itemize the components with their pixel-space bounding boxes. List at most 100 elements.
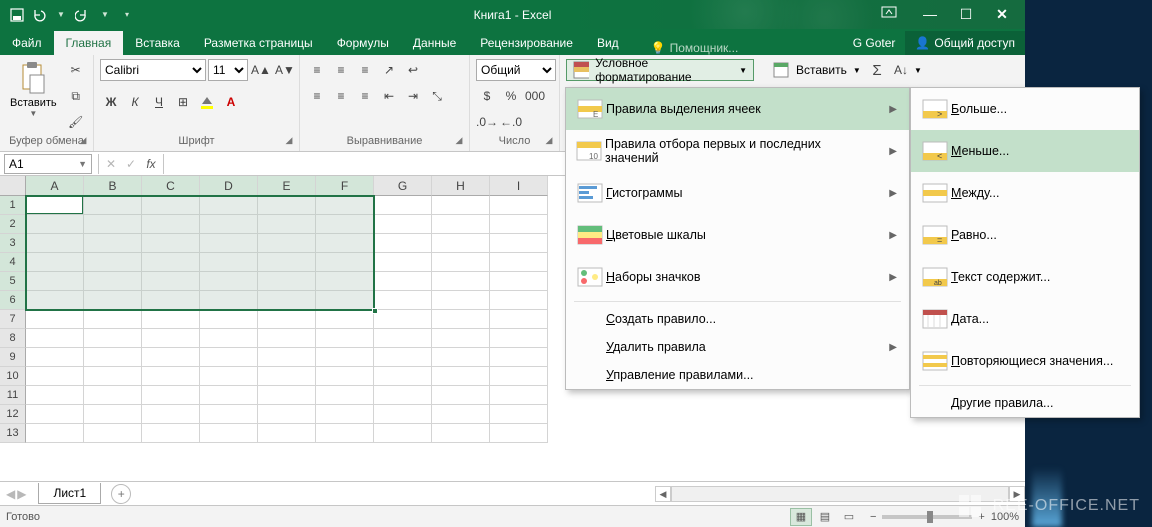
cell[interactable] xyxy=(258,310,316,329)
cell[interactable] xyxy=(374,291,432,310)
cell[interactable] xyxy=(84,386,142,405)
row-header-1[interactable]: 1 xyxy=(0,196,26,215)
column-header-B[interactable]: B xyxy=(84,176,142,196)
cell[interactable] xyxy=(432,272,490,291)
menu-item-other-rules[interactable]: Другие правила... xyxy=(911,389,1139,417)
column-header-F[interactable]: F xyxy=(316,176,374,196)
cell[interactable] xyxy=(26,329,84,348)
cell[interactable] xyxy=(432,348,490,367)
cell[interactable] xyxy=(316,310,374,329)
cell[interactable] xyxy=(200,405,258,424)
cell[interactable] xyxy=(258,291,316,310)
cell[interactable] xyxy=(84,291,142,310)
tab-review[interactable]: Рецензирование xyxy=(468,31,585,55)
menu-item-between[interactable]: Между... xyxy=(911,172,1139,214)
underline-button[interactable]: Ч xyxy=(148,91,170,113)
number-launcher-icon[interactable]: ◢ xyxy=(543,135,555,147)
cell[interactable] xyxy=(142,367,200,386)
menu-item-manage[interactable]: Управление правилами... xyxy=(566,361,909,389)
cell[interactable] xyxy=(142,424,200,443)
cell[interactable] xyxy=(84,234,142,253)
cell[interactable] xyxy=(490,386,548,405)
cell[interactable] xyxy=(316,386,374,405)
tell-me[interactable]: 💡 Помощник... xyxy=(651,41,739,55)
cell[interactable] xyxy=(200,196,258,215)
view-page-layout-button[interactable]: ▤ xyxy=(814,508,836,526)
menu-item-colorscales[interactable]: Цветовые шкалы▶ xyxy=(566,214,909,256)
cell[interactable] xyxy=(200,291,258,310)
ribbon-display-options-icon[interactable] xyxy=(881,6,907,23)
cell[interactable] xyxy=(316,424,374,443)
cell[interactable] xyxy=(84,272,142,291)
increase-decimal-button[interactable]: .0→ xyxy=(476,111,498,133)
cell[interactable] xyxy=(200,348,258,367)
cell[interactable] xyxy=(316,234,374,253)
align-left-button[interactable]: ≡ xyxy=(306,85,328,107)
cell[interactable] xyxy=(316,215,374,234)
cell[interactable] xyxy=(490,291,548,310)
tab-data[interactable]: Данные xyxy=(401,31,468,55)
comma-format-button[interactable]: 000 xyxy=(524,85,546,107)
cell[interactable] xyxy=(142,234,200,253)
sheet-tab-1[interactable]: Лист1 xyxy=(38,483,101,504)
cell[interactable] xyxy=(432,196,490,215)
font-size-combo[interactable]: 11 xyxy=(208,59,248,81)
close-button[interactable]: ✕ xyxy=(989,6,1015,23)
tab-file[interactable]: Файл xyxy=(0,31,54,55)
tab-insert[interactable]: Вставка xyxy=(123,31,192,55)
cell[interactable] xyxy=(258,424,316,443)
accounting-format-button[interactable]: $ xyxy=(476,85,498,107)
cell[interactable] xyxy=(374,272,432,291)
cell[interactable] xyxy=(200,424,258,443)
cell[interactable] xyxy=(490,367,548,386)
cell[interactable] xyxy=(200,386,258,405)
shrink-font-button[interactable]: A▼ xyxy=(274,59,296,81)
menu-item-highlight[interactable]: EПравила выделения ячеек▶ xyxy=(566,88,909,130)
menu-item-iconsets[interactable]: Наборы значков▶ xyxy=(566,256,909,298)
cell[interactable] xyxy=(142,348,200,367)
minimize-button[interactable]: — xyxy=(917,6,943,23)
cell[interactable] xyxy=(84,253,142,272)
row-header-2[interactable]: 2 xyxy=(0,215,26,234)
fill-handle[interactable] xyxy=(372,308,378,314)
format-painter-button[interactable]: 🖌 xyxy=(65,111,87,133)
cell[interactable] xyxy=(490,424,548,443)
maximize-button[interactable]: ☐ xyxy=(953,6,979,23)
column-header-E[interactable]: E xyxy=(258,176,316,196)
row-header-9[interactable]: 9 xyxy=(0,348,26,367)
cell[interactable] xyxy=(26,367,84,386)
row-header-5[interactable]: 5 xyxy=(0,272,26,291)
cell[interactable] xyxy=(84,348,142,367)
cell[interactable] xyxy=(200,215,258,234)
cell[interactable] xyxy=(316,291,374,310)
cell[interactable] xyxy=(26,272,84,291)
row-header-7[interactable]: 7 xyxy=(0,310,26,329)
enter-formula-icon[interactable]: ✓ xyxy=(121,157,141,171)
sheet-prev-icon[interactable]: ◀ xyxy=(6,487,15,501)
cell[interactable] xyxy=(432,367,490,386)
zoom-out-icon[interactable]: − xyxy=(870,511,876,523)
tab-formulas[interactable]: Формулы xyxy=(325,31,401,55)
cells[interactable] xyxy=(26,196,548,443)
cell[interactable] xyxy=(84,196,142,215)
cell[interactable] xyxy=(490,329,548,348)
cell[interactable] xyxy=(84,405,142,424)
cut-button[interactable]: ✂ xyxy=(65,59,87,81)
cell[interactable] xyxy=(374,424,432,443)
new-sheet-button[interactable]: + xyxy=(111,484,131,504)
sheet-next-icon[interactable]: ▶ xyxy=(17,487,26,501)
cell[interactable] xyxy=(26,386,84,405)
cell[interactable] xyxy=(84,424,142,443)
menu-item-clear[interactable]: Удалить правила▶ xyxy=(566,333,909,361)
view-page-break-button[interactable]: ▭ xyxy=(838,508,860,526)
column-header-H[interactable]: H xyxy=(432,176,490,196)
cell[interactable] xyxy=(374,253,432,272)
menu-item-toprules[interactable]: 10Правила отбора первых и последних знач… xyxy=(566,130,909,172)
row-header-12[interactable]: 12 xyxy=(0,405,26,424)
cell[interactable] xyxy=(26,291,84,310)
cell[interactable] xyxy=(432,386,490,405)
cell[interactable] xyxy=(374,329,432,348)
cell[interactable] xyxy=(200,329,258,348)
insert-function-icon[interactable]: fx xyxy=(141,157,161,171)
menu-item-new[interactable]: Создать правило... xyxy=(566,305,909,333)
